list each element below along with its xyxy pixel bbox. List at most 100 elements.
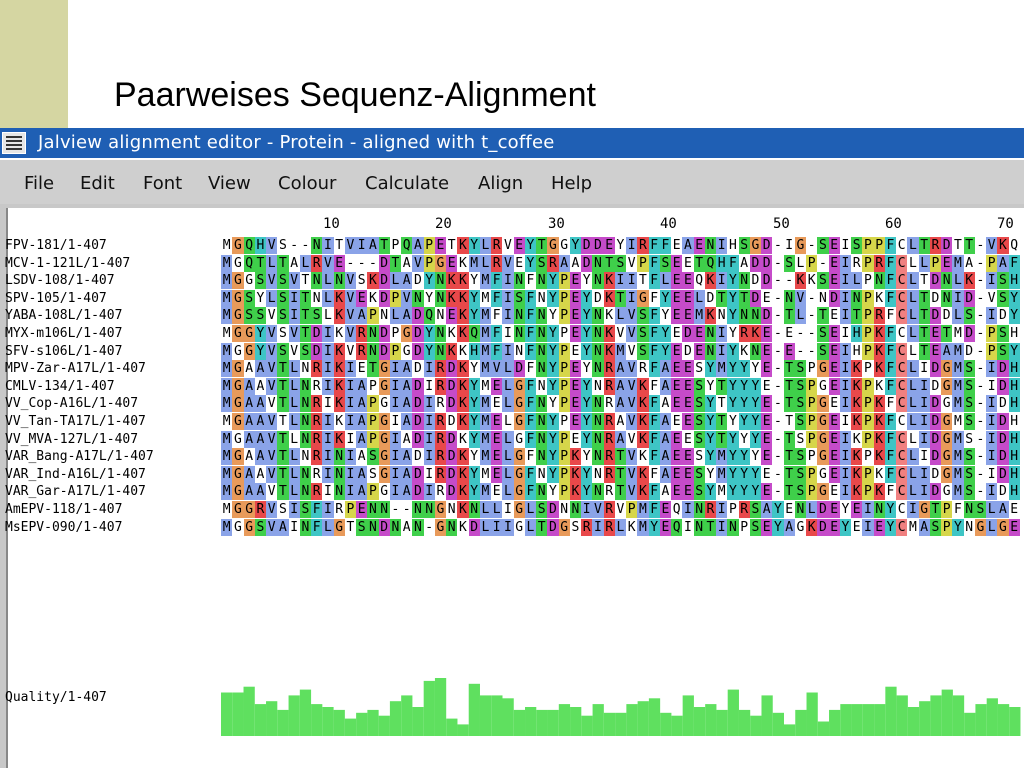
sequence-name[interactable]: VV_Cop-A16L/1-407 xyxy=(5,396,138,412)
sequence-residues[interactable]: MGGYVSVSDIKVRNDPGDYNKKHMFINFNYPEYNKMVSFY… xyxy=(221,342,1024,360)
residue: P xyxy=(862,430,874,448)
residue: F xyxy=(524,342,536,360)
residue: R xyxy=(603,360,615,378)
residue: G xyxy=(378,430,390,448)
residue: L xyxy=(907,395,919,413)
residue: F xyxy=(648,272,660,290)
quality-bar xyxy=(705,704,717,736)
window-titlebar[interactable]: Jalview alignment editor - Protein - ali… xyxy=(0,128,1024,158)
residue: H xyxy=(1008,448,1020,466)
residue: I xyxy=(288,307,300,325)
quality-bar xyxy=(311,704,323,736)
residue: N xyxy=(693,518,705,536)
sequence-name[interactable]: FPV-181/1-407 xyxy=(5,238,107,254)
residue: E xyxy=(671,272,683,290)
sequence-residues[interactable]: MGQTLTALRVE---DTAVPGEKMLRVEYSRAADNTSVPFS… xyxy=(221,254,1024,272)
sequence-residues[interactable]: MGSSVSITSLKVAPNLADQNEKYMFINFNYPEYNKLVSFY… xyxy=(221,307,1024,325)
residue: S xyxy=(277,289,289,307)
residue: S xyxy=(277,272,289,290)
menu-view[interactable]: View xyxy=(208,173,251,194)
sequence-residues[interactable]: MGAAVTLNRINIAPGIADIRDKYMELGFNYPKYNRTVKFA… xyxy=(221,483,1024,501)
residue: S xyxy=(817,237,829,254)
sequence-name[interactable]: MYX-m106L/1-407 xyxy=(5,326,122,342)
residue: H xyxy=(1010,414,1019,429)
residue: V xyxy=(344,272,356,290)
residue: S xyxy=(794,377,806,395)
sequence-residues[interactable]: MGGSVAINFLGTSNDNAN-GNKDLIIGLTDGSRIRLKMYE… xyxy=(221,518,1024,536)
residue: M xyxy=(716,360,728,378)
sequence-name[interactable]: VAR_Bang-A17L/1-407 xyxy=(5,449,154,465)
sequence-name[interactable]: SPV-105/1-407 xyxy=(5,291,107,307)
sequence-name[interactable]: AmEPV-118/1-407 xyxy=(5,502,122,518)
residue: N xyxy=(592,272,604,290)
quality-annotation-chart xyxy=(221,678,1021,736)
residue: K xyxy=(873,430,885,448)
residue: P xyxy=(806,254,818,272)
residue: S xyxy=(277,307,289,325)
sequence-name[interactable]: VV_MVA-127L/1-407 xyxy=(5,432,138,448)
residue: Y xyxy=(616,238,625,253)
sequence-residues[interactable]: MGAAVTLNRINIASGIADIRDKYMELGFNYPKYNRTVKFA… xyxy=(221,448,1024,466)
residue: G xyxy=(232,237,244,254)
quality-bar xyxy=(581,715,593,736)
residue: I xyxy=(716,237,728,254)
sequence-residues[interactable]: MGGRVSISFIRPENN--NNGNKNLLIGLSDNNIVRVPMFE… xyxy=(221,501,1024,518)
residue: P xyxy=(368,378,377,394)
sequence-residues[interactable]: MGQHVS--NITVIATPQAPETKYLRVEYTGGYDDEYIRFF… xyxy=(221,237,1024,254)
system-menu-icon[interactable] xyxy=(2,132,26,154)
menu-font[interactable]: Font xyxy=(143,173,182,194)
residue: A xyxy=(254,448,266,466)
sequence-residues[interactable]: MGAAVTLNRIKIAPGIADIRDKYMELGFNYPEYNRAVKFA… xyxy=(221,413,1024,430)
residue: L xyxy=(322,518,334,536)
sequence-residues[interactable]: MGAAVTLNRIKIAPGIADIRDKYMELGFNYPEYNRAVKFA… xyxy=(221,430,1024,448)
menu-colour[interactable]: Colour xyxy=(278,173,336,194)
sequence-name[interactable]: LSDV-108/1-407 xyxy=(5,273,115,289)
residue: I xyxy=(839,465,851,483)
sequence-residues[interactable]: MGAAVTLNRIKIAPGIADIRDKYMELGFNYPEYNRAVKFA… xyxy=(221,395,1024,413)
menu-help[interactable]: Help xyxy=(551,173,592,194)
residue: A xyxy=(401,395,413,413)
residue: Y xyxy=(841,502,850,517)
residue: D xyxy=(997,430,1009,448)
residue: - xyxy=(976,484,985,500)
sequence-name[interactable]: VAR_Ind-A16L/1-407 xyxy=(5,467,146,483)
sequence-name[interactable]: CMLV-134/1-407 xyxy=(5,379,115,395)
menu-file[interactable]: File xyxy=(24,173,54,194)
residue: N xyxy=(367,325,379,342)
residue: V xyxy=(288,325,300,342)
sequence-residues[interactable]: MGAAVTLNRIKIAPGIADIRDKYMELGFNYPEYNRAVKFA… xyxy=(221,377,1024,395)
residue: T xyxy=(301,273,310,289)
residue: F xyxy=(524,483,536,501)
residue: I xyxy=(592,518,604,536)
residue: - xyxy=(807,308,816,324)
residue: Q xyxy=(401,237,413,254)
sequence-name[interactable]: MPV-Zar-A17L/1-407 xyxy=(5,361,146,377)
residue: T xyxy=(389,254,401,272)
residue: M xyxy=(221,448,233,466)
residue: E xyxy=(491,377,503,395)
residue: E xyxy=(762,466,771,482)
sequence-name[interactable]: MCV-1-121L/1-407 xyxy=(5,256,130,272)
residue: H xyxy=(1008,360,1020,378)
residue: S xyxy=(749,518,761,536)
sequence-residues[interactable]: MGGSVSVTNLNVSKDLADYNKKYMFINFNYPEYNKIITFL… xyxy=(221,272,1024,290)
sequence-residues[interactable]: MGSYLSITNLKVEKDPVNYNKKYMFISFNYPEYDKTIGFY… xyxy=(221,289,1024,307)
sequence-name[interactable]: SFV-s106L/1-407 xyxy=(5,344,122,360)
menu-align[interactable]: Align xyxy=(478,173,523,194)
residue: - xyxy=(773,378,782,394)
residue: N xyxy=(592,395,604,413)
menu-edit[interactable]: Edit xyxy=(80,173,115,194)
residue: K xyxy=(603,342,615,360)
sequence-name[interactable]: VAR_Gar-A17L/1-407 xyxy=(5,484,146,500)
sequence-residues[interactable]: MGAAVTLNRINIASGIADIRDKYMELGFNYPKYNRTVKFA… xyxy=(221,465,1024,483)
sequence-name[interactable]: VV_Tan-TA17L/1-407 xyxy=(5,414,146,430)
sequence-residues[interactable]: MGGYVSVTDIKVRNDPGDYNKKQMFINFNYPEYNKVVSFY… xyxy=(221,325,1024,342)
quality-bar xyxy=(254,704,267,736)
quality-bar xyxy=(806,692,818,736)
sequence-residues[interactable]: MGAAVTLNRIKIETGIADIRDKYMVLDFNYPEYNRAVRFA… xyxy=(221,360,1024,378)
sequence-name[interactable]: YABA-108L/1-407 xyxy=(5,308,122,324)
residue: I xyxy=(841,238,850,253)
sequence-name[interactable]: MsEPV-090/1-407 xyxy=(5,520,122,536)
menu-calculate[interactable]: Calculate xyxy=(365,173,449,194)
residue: N xyxy=(434,325,446,342)
